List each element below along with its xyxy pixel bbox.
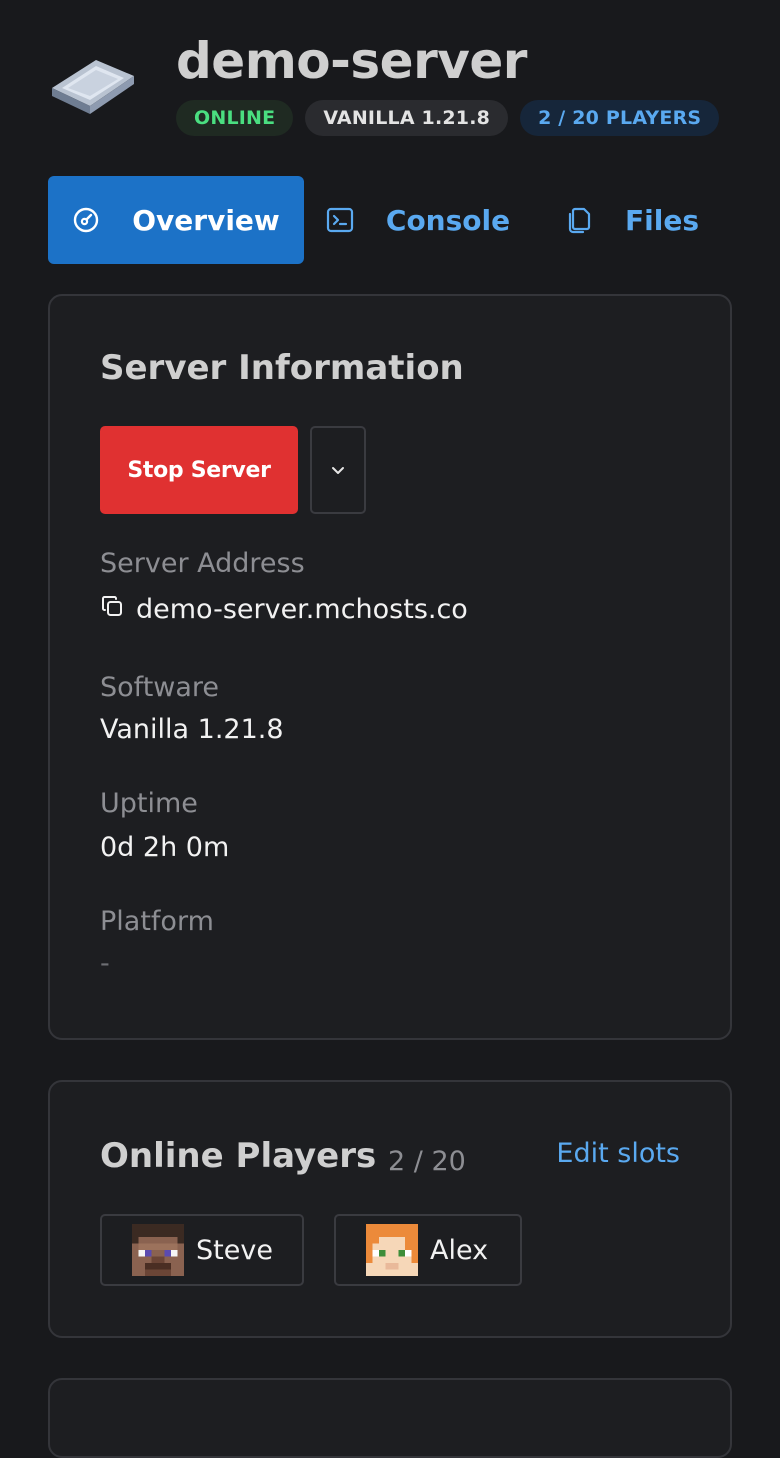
tab-files[interactable]: Files xyxy=(532,176,732,264)
tab-files-label: Files xyxy=(625,203,699,237)
power-options-dropdown[interactable] xyxy=(310,426,366,514)
server-title: demo-server xyxy=(176,32,527,90)
uptime-label: Uptime xyxy=(100,788,198,819)
player-name: Alex xyxy=(430,1234,489,1266)
player-chip[interactable]: Steve xyxy=(100,1214,304,1286)
avatar xyxy=(132,1224,184,1276)
terminal-icon xyxy=(326,206,354,234)
stop-server-button[interactable]: Stop Server xyxy=(100,426,298,514)
platform-label: Platform xyxy=(100,906,214,937)
tab-bar: Overview Console Files xyxy=(48,176,732,264)
platform-value: - xyxy=(100,948,110,979)
next-card xyxy=(48,1378,732,1458)
iron-ingot-icon xyxy=(52,60,134,114)
server-header: demo-server ONLINE VANILLA 1.21.8 2 / 20… xyxy=(48,32,732,144)
server-address-value[interactable]: demo-server.mchosts.co xyxy=(136,594,468,625)
status-badge: ONLINE xyxy=(176,100,294,136)
server-address-row[interactable]: demo-server.mchosts.co xyxy=(100,594,468,625)
online-players-title: Online Players xyxy=(100,1136,377,1176)
tab-overview-label: Overview xyxy=(132,203,280,237)
server-information-title: Server Information xyxy=(100,348,464,388)
online-players-card: Online Players 2 / 20 Edit slots Steve A… xyxy=(48,1080,732,1338)
players-badge: 2 / 20 PLAYERS xyxy=(520,100,720,136)
players-count: 2 / 20 xyxy=(388,1146,466,1177)
copy-icon[interactable] xyxy=(100,594,124,618)
server-information-card: Server Information Stop Server Server Ad… xyxy=(48,294,732,1040)
files-icon xyxy=(565,206,593,234)
chevron-down-icon xyxy=(332,467,344,474)
gauge-icon xyxy=(72,206,100,234)
tab-console-label: Console xyxy=(385,203,511,237)
player-chip[interactable]: Alex xyxy=(334,1214,522,1286)
server-address-label: Server Address xyxy=(100,548,305,579)
tab-overview[interactable]: Overview xyxy=(48,176,304,264)
player-name: Steve xyxy=(196,1234,273,1266)
avatar xyxy=(366,1224,418,1276)
status-badges: ONLINE VANILLA 1.21.8 2 / 20 PLAYERS xyxy=(176,100,720,136)
uptime-value: 0d 2h 0m xyxy=(100,832,230,863)
tab-console[interactable]: Console xyxy=(304,176,532,264)
software-label: Software xyxy=(100,672,220,703)
software-value: Vanilla 1.21.8 xyxy=(100,714,284,745)
version-badge: VANILLA 1.21.8 xyxy=(305,100,509,136)
edit-slots-link[interactable]: Edit slots xyxy=(556,1138,680,1169)
